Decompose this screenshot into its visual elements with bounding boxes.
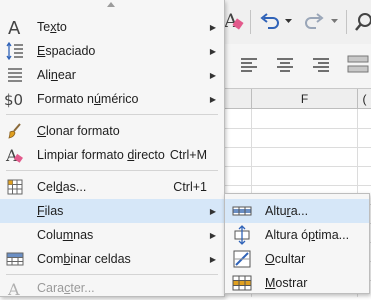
line-spacing-icon <box>4 40 26 62</box>
submenu-arrow-icon: ▶ <box>209 22 216 32</box>
menu-item-alinear[interactable]: Alinear ▶ <box>0 63 224 87</box>
menu-item-clonar-formato[interactable]: Clonar formato <box>0 119 224 143</box>
submenu-item-mostrar[interactable]: Mostrar <box>225 271 369 295</box>
filas-submenu: Altura... Altura óptima... Ocultar Mostr… <box>224 193 370 294</box>
row-height-icon <box>231 200 253 222</box>
standard-toolbar: A <box>220 0 371 45</box>
menu-item-celdas[interactable]: Celdas... Ctrl+1 <box>0 175 224 199</box>
redo-icon[interactable] <box>302 10 326 34</box>
show-icon <box>231 272 253 294</box>
submenu-arrow-icon: ▶ <box>209 70 216 80</box>
align-icon <box>4 64 26 86</box>
shortcut-ctrl-m: Ctrl+M <box>169 148 207 162</box>
find-icon[interactable] <box>354 10 371 34</box>
align-right-icon[interactable] <box>310 54 332 76</box>
clear-direct-format-icon[interactable]: A <box>222 8 244 34</box>
menu-item-formato-numerico[interactable]: $0 Formato númérico ▶ <box>0 87 224 111</box>
submenu-arrow-icon: ▶ <box>209 230 216 240</box>
redo-dropdown-icon[interactable] <box>330 16 338 26</box>
undo-dropdown-icon[interactable] <box>284 16 292 26</box>
menu-item-texto[interactable]: A Texto ▶ <box>0 15 224 39</box>
undo-icon[interactable] <box>258 10 282 34</box>
svg-text:A: A <box>8 18 21 36</box>
submenu-arrow-icon: ▶ <box>209 94 216 104</box>
character-icon: A <box>4 277 26 299</box>
submenu-item-altura[interactable]: Altura... <box>225 199 369 223</box>
menu-item-combinar-celdas[interactable]: Combinar celdas ▶ <box>0 247 224 271</box>
svg-text:A: A <box>5 146 18 164</box>
svg-text:$0: $0 <box>4 91 23 108</box>
wrap-text-icon[interactable] <box>346 52 370 78</box>
submenu-item-altura-optima[interactable]: Altura óptima... <box>225 223 369 247</box>
hide-icon <box>231 248 253 270</box>
column-header-g[interactable]: ( <box>358 89 371 109</box>
menu-item-filas[interactable]: Filas ▶ <box>0 199 224 223</box>
submenu-arrow-icon: ▶ <box>209 254 216 264</box>
clear-format-icon: A <box>4 144 26 166</box>
align-center-icon[interactable] <box>274 54 296 76</box>
menu-item-limpiar-formato-directo[interactable]: A Limpiar formato directo Ctrl+M <box>0 143 224 167</box>
dollar-zero-icon: $0 <box>4 88 26 110</box>
cells-icon <box>4 176 26 198</box>
shortcut-ctrl-1: Ctrl+1 <box>173 180 207 194</box>
align-left-icon[interactable] <box>238 54 260 76</box>
column-header-f[interactable]: F <box>252 89 358 109</box>
menu-item-espaciado[interactable]: Espaciado ▶ <box>0 39 224 63</box>
format-menu: A Texto ▶ Espaciado ▶ Alinear ▶ $0 Forma… <box>0 0 225 297</box>
optimal-height-icon <box>231 224 253 246</box>
svg-text:A: A <box>7 280 20 297</box>
menu-item-caracter[interactable]: A Caracter... <box>0 276 224 300</box>
paintbrush-icon <box>4 120 26 142</box>
merge-cells-icon <box>4 248 26 270</box>
submenu-item-ocultar[interactable]: Ocultar <box>225 247 369 271</box>
submenu-arrow-icon: ▶ <box>209 206 216 216</box>
formatting-toolbar <box>220 44 371 89</box>
text-A-icon: A <box>4 16 26 38</box>
menu-scroll-up-icon[interactable] <box>107 2 115 7</box>
submenu-arrow-icon: ▶ <box>209 46 216 56</box>
menu-item-columnas[interactable]: Columnas ▶ <box>0 223 224 247</box>
